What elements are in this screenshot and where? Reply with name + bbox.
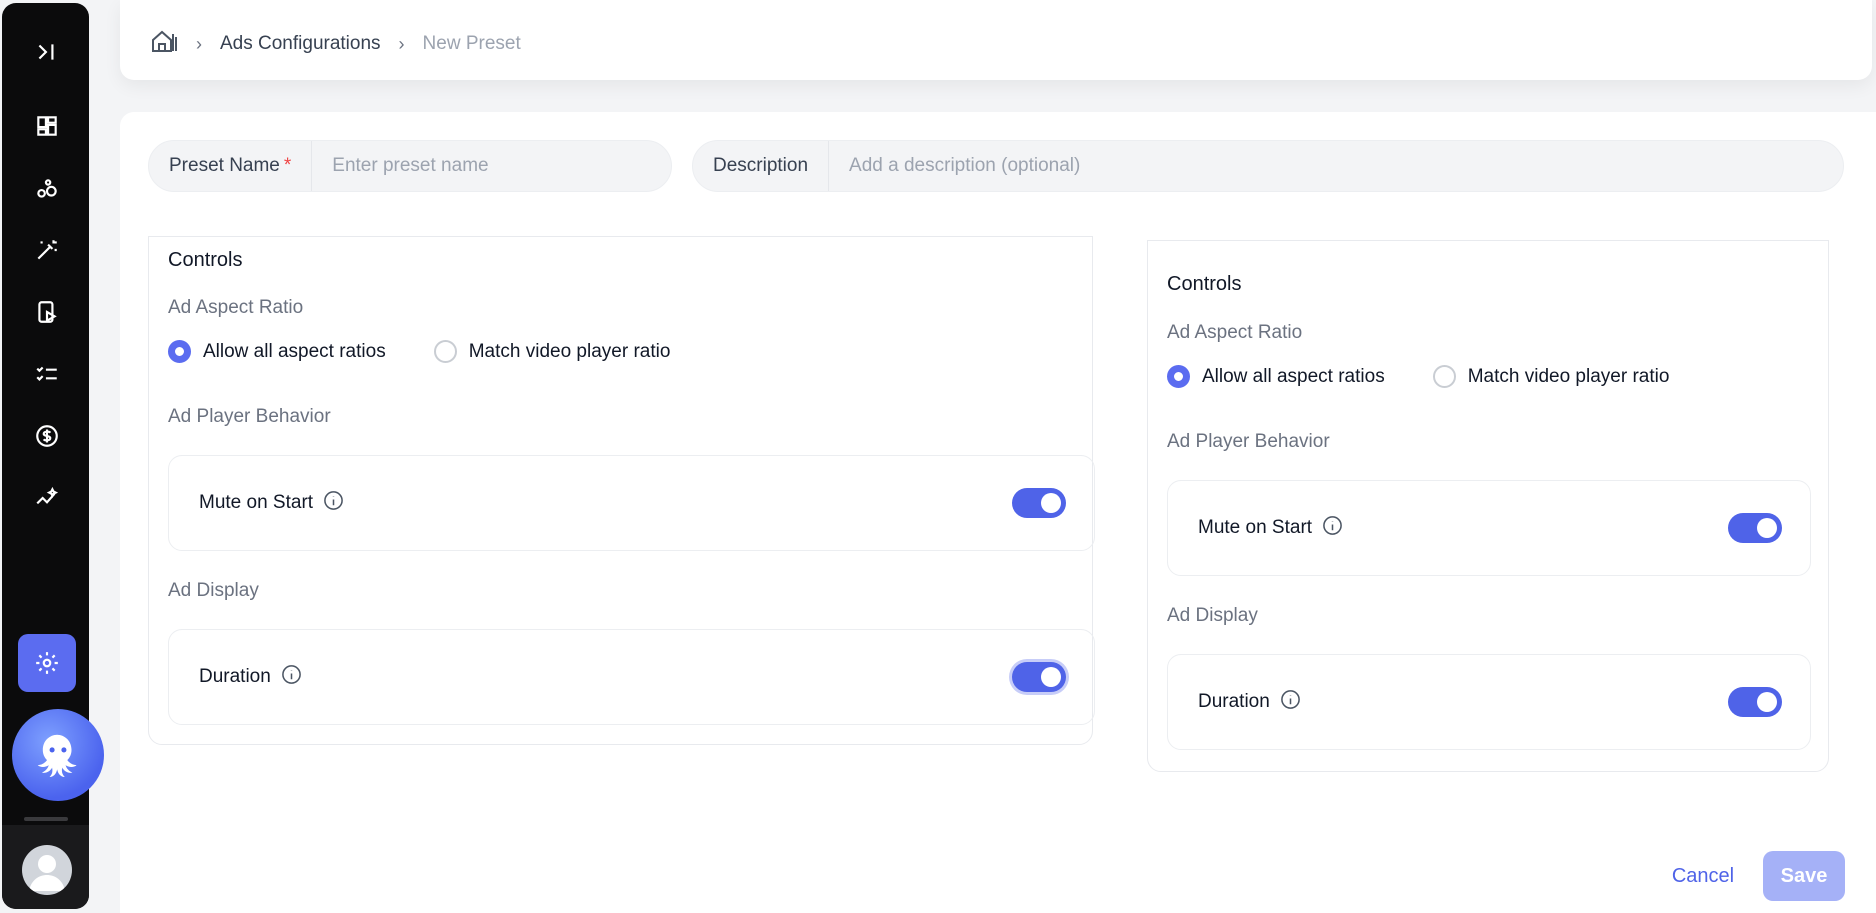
mute-on-start-row: Mute on Start — [168, 455, 1095, 551]
duration-toggle[interactable] — [1012, 662, 1066, 692]
checklist-icon[interactable] — [18, 345, 76, 403]
aspect-ratio-radio-group: Allow all aspect ratios Match video play… — [168, 340, 718, 363]
mute-on-start-label: Mute on Start — [199, 492, 314, 513]
video-player-icon[interactable] — [18, 283, 76, 341]
magic-wand-icon[interactable] — [18, 221, 76, 279]
bubbles-icon[interactable] — [18, 160, 76, 218]
expand-sidebar-icon[interactable] — [18, 23, 76, 81]
radio-allow-all-aspect-ratios[interactable]: Allow all aspect ratios — [168, 340, 386, 363]
radio-checked[interactable] — [168, 340, 191, 363]
radio-unchecked[interactable] — [1432, 365, 1456, 388]
save-button[interactable]: Save — [1763, 851, 1845, 901]
info-icon[interactable] — [1322, 515, 1343, 542]
sidebar-footer — [2, 825, 89, 909]
radio-allow-all-aspect-ratios[interactable]: Allow all aspect ratios — [1167, 365, 1385, 388]
ad-player-behavior-label: Ad Player Behavior — [1167, 431, 1330, 452]
info-icon[interactable] — [323, 490, 344, 517]
cancel-button[interactable]: Cancel — [1650, 851, 1756, 901]
duration-label: Duration — [199, 666, 271, 687]
preset-name-label: Preset Name * — [149, 141, 313, 191]
description-input[interactable] — [829, 155, 1843, 177]
sidebar-divider — [24, 817, 68, 821]
required-mark: * — [283, 155, 292, 176]
duration-row: Duration — [1167, 654, 1811, 750]
mute-on-start-toggle[interactable] — [1728, 513, 1782, 543]
assistant-octopus-icon[interactable] — [12, 709, 104, 801]
mute-on-start-row: Mute on Start — [1167, 480, 1811, 576]
preset-form: Preset Name* Description Controls Ad Asp… — [120, 112, 1876, 913]
controls-panel-right: Controls Ad Aspect Ratio Allow all aspec… — [1147, 240, 1829, 772]
breadcrumb-current: New Preset — [422, 33, 521, 54]
breadcrumb-ads-configurations[interactable]: Ads Configurations — [220, 33, 381, 55]
ad-aspect-ratio-label: Ad Aspect Ratio — [1167, 322, 1303, 343]
info-icon[interactable] — [1280, 689, 1301, 716]
top-header: › Ads Configurations › New Preset — [120, 0, 1872, 80]
radio-match-video-player-ratio[interactable]: Match video player ratio — [1432, 365, 1669, 388]
mute-on-start-label: Mute on Start — [1198, 517, 1313, 538]
home-icon[interactable] — [150, 28, 178, 60]
user-avatar[interactable] — [22, 845, 72, 895]
ad-display-label: Ad Display — [1167, 605, 1258, 626]
preset-name-input[interactable] — [312, 155, 671, 177]
radio-unchecked[interactable] — [433, 340, 457, 363]
ad-aspect-ratio-label: Ad Aspect Ratio — [168, 297, 304, 318]
duration-label: Duration — [1198, 691, 1270, 712]
controls-panel-left: Controls Ad Aspect Ratio Allow all aspec… — [148, 236, 1095, 745]
description-label: Description — [693, 141, 830, 191]
aspect-ratio-radio-group: Allow all aspect ratios Match video play… — [1167, 365, 1717, 388]
sidebar — [2, 3, 104, 909]
analytics-icon[interactable] — [18, 469, 76, 527]
info-icon[interactable] — [281, 664, 302, 691]
duration-toggle[interactable] — [1728, 687, 1782, 717]
breadcrumb: › Ads Configurations › New Preset — [150, 28, 521, 60]
breadcrumb-separator-icon: › — [196, 33, 202, 54]
description-field: Description — [692, 140, 1844, 192]
duration-row: Duration — [168, 629, 1095, 725]
radio-checked[interactable] — [1167, 365, 1190, 388]
billing-icon[interactable] — [18, 407, 76, 465]
mute-on-start-toggle[interactable] — [1012, 488, 1066, 518]
controls-title: Controls — [1167, 273, 1242, 295]
preset-name-field: Preset Name * — [148, 140, 672, 192]
settings-icon[interactable] — [18, 634, 76, 692]
radio-match-video-player-ratio[interactable]: Match video player ratio — [433, 340, 670, 363]
ad-display-label: Ad Display — [168, 580, 259, 601]
controls-title: Controls — [168, 249, 243, 271]
breadcrumb-separator-icon: › — [398, 33, 405, 54]
ad-player-behavior-label: Ad Player Behavior — [168, 406, 331, 427]
dashboard-icon[interactable] — [18, 97, 76, 155]
